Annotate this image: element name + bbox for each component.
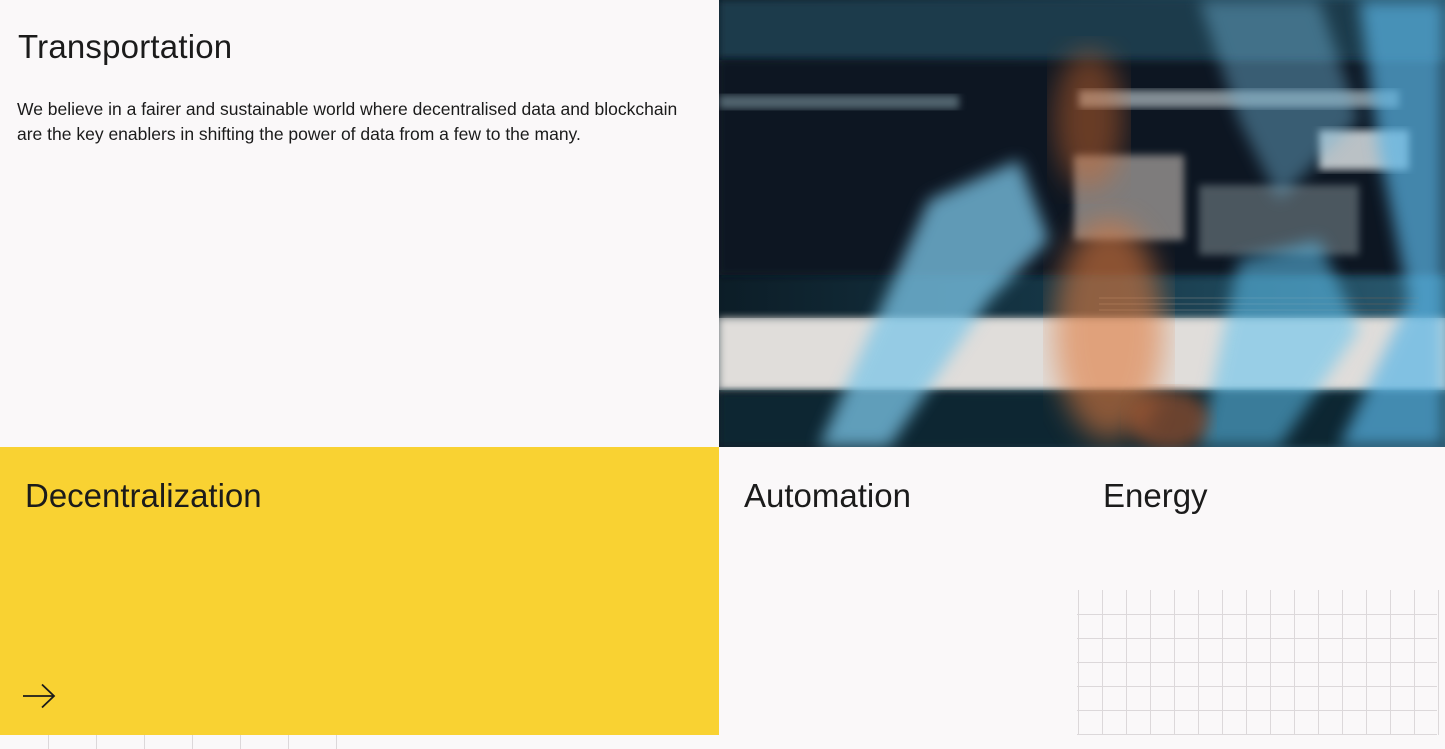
train-motion-photo	[719, 0, 1445, 447]
decorative-grid-pattern	[1077, 590, 1439, 735]
energy-title: Energy	[1103, 477, 1208, 514]
automation-title: Automation	[744, 477, 911, 514]
transportation-description: We believe in a fairer and sustainable w…	[17, 99, 678, 144]
transportation-panel: Transportation We believe in a fairer an…	[0, 0, 719, 447]
decentralization-title: Decentralization	[25, 477, 262, 514]
energy-card[interactable]: Energy	[1077, 447, 1445, 749]
decentralization-card[interactable]: Decentralization	[0, 447, 719, 735]
decorative-grid-strip	[48, 735, 337, 749]
arrow-right-icon[interactable]	[22, 683, 56, 709]
automation-card[interactable]: Automation	[719, 447, 1077, 749]
transportation-title: Transportation	[18, 28, 233, 65]
